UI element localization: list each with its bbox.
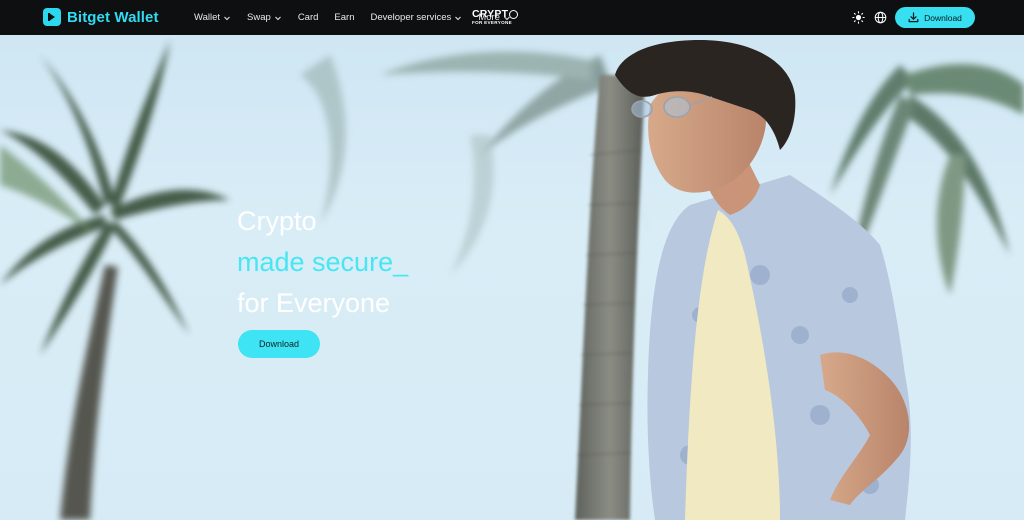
nav-item-label: Developer services — [370, 12, 452, 23]
hero-background-image — [0, 40, 1024, 520]
brand-name: Bitget Wallet — [67, 8, 159, 26]
nav-item-label: Card — [297, 12, 319, 23]
nav-item-wallet[interactable]: Wallet — [194, 12, 231, 23]
headline-line-3: for Everyone — [237, 288, 391, 318]
chevron-down-icon — [455, 16, 462, 20]
nav-item-swap[interactable]: Swap — [247, 12, 282, 23]
sun-icon[interactable] — [852, 11, 865, 24]
download-label: Download — [924, 12, 962, 23]
download-button-hero[interactable]: Download — [238, 330, 320, 358]
download-icon — [908, 12, 919, 23]
chevron-down-icon — [224, 16, 230, 20]
nav-item-label: Wallet — [194, 12, 221, 23]
brand-logo[interactable]: Bitget Wallet — [43, 8, 159, 26]
download-button-nav[interactable]: Download — [895, 7, 975, 28]
nav-item-label: Earn — [334, 12, 355, 23]
nav-item-card[interactable]: Card — [298, 12, 319, 23]
badge-line2: FOR EVERYONE — [472, 19, 512, 25]
crypto-for-everyone-badge[interactable]: CRYPT FOR EVERYONE — [472, 8, 519, 25]
typing-cursor: _ — [393, 247, 409, 277]
nav-item-label: Swap — [247, 12, 271, 23]
hero-headline: Crypto made secure_ for Everyone — [237, 201, 408, 324]
headline-line-2: made secure — [237, 247, 394, 277]
nav-item-earn[interactable]: Earn — [334, 12, 354, 23]
globe-icon[interactable] — [874, 11, 887, 24]
badge-circle-icon — [509, 9, 519, 19]
badge-line1: CRYPT — [472, 8, 509, 20]
chevron-down-icon — [274, 16, 281, 20]
hero-section: Crypto made secure_ for Everyone Downloa… — [0, 35, 1024, 520]
bitget-logo-icon — [43, 8, 61, 26]
headline-line-1: Crypto — [237, 206, 317, 236]
top-nav: Bitget Wallet Wallet Swap Card Earn Deve… — [0, 0, 1024, 35]
nav-item-developer-services[interactable]: Developer services — [370, 12, 462, 23]
